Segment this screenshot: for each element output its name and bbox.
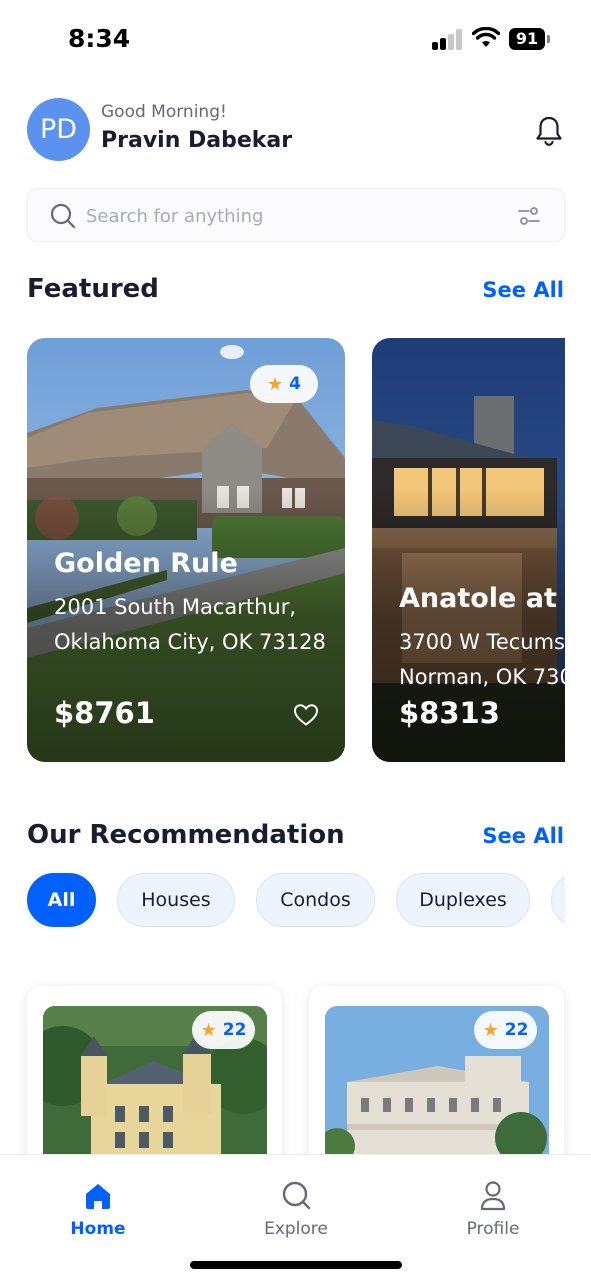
search-icon xyxy=(282,1181,311,1210)
search-icon xyxy=(50,203,76,229)
recommendation-see-all-link[interactable]: See All xyxy=(482,824,564,848)
status-bar: 8:34 91 xyxy=(0,0,591,80)
featured-title: Featured xyxy=(27,274,159,304)
filter-chip-more[interactable] xyxy=(551,873,565,927)
battery-level: 91 xyxy=(509,28,545,50)
rating-badge: ★ 4 xyxy=(250,365,318,403)
filter-chip-all[interactable]: All xyxy=(27,873,96,927)
rating-value: 22 xyxy=(222,1020,247,1040)
search-bar[interactable] xyxy=(27,188,565,242)
nav-item-home[interactable]: Home xyxy=(38,1179,158,1239)
featured-see-all-link[interactable]: See All xyxy=(482,278,564,302)
nav-label-home: Home xyxy=(70,1219,126,1239)
battery-icon: 91 xyxy=(509,28,551,50)
wifi-icon xyxy=(472,27,500,47)
rating-value: 4 xyxy=(289,374,301,394)
property-name: Anatole at xyxy=(399,583,557,614)
star-icon: ★ xyxy=(267,373,284,395)
star-icon: ★ xyxy=(482,1019,499,1041)
filter-chip-condos[interactable]: Condos xyxy=(256,873,375,927)
rating-badge: ★ 22 xyxy=(192,1011,255,1049)
status-time: 8:34 xyxy=(68,24,131,53)
star-icon: ★ xyxy=(200,1019,217,1041)
home-indicator[interactable] xyxy=(190,1261,402,1269)
property-address: 3700 W Tecums Norman, OK 730 xyxy=(399,630,565,689)
nav-label-profile: Profile xyxy=(466,1219,520,1239)
featured-card[interactable]: ★ 4 Golden Rule 2001 South Macarthur, Ok… xyxy=(27,338,345,762)
category-filter-bar: All Houses Condos Duplexes xyxy=(27,873,565,927)
filter-chip-duplexes[interactable]: Duplexes xyxy=(396,873,530,927)
filter-icon[interactable] xyxy=(517,206,541,226)
property-price: $8761 xyxy=(54,696,155,730)
avatar[interactable]: PD xyxy=(27,98,90,161)
search-input[interactable] xyxy=(86,199,496,233)
favorite-heart-icon[interactable] xyxy=(293,703,319,727)
greeting-text: Good Morning! xyxy=(101,102,227,122)
nav-label-explore: Explore xyxy=(264,1219,328,1239)
cellular-signal-icon xyxy=(432,28,464,50)
home-icon xyxy=(86,1184,110,1209)
nav-item-profile[interactable]: Profile xyxy=(433,1179,553,1239)
nav-item-explore[interactable]: Explore xyxy=(236,1179,356,1239)
rating-badge: ★ 22 xyxy=(474,1011,537,1049)
featured-card[interactable]: Anatole at 3700 W Tecums Norman, OK 730 … xyxy=(372,338,565,762)
property-price: $8313 xyxy=(399,696,500,730)
user-name: Pravin Dabekar xyxy=(101,128,293,153)
property-address: 2001 South Macarthur, Oklahoma City, OK … xyxy=(54,595,326,654)
recommendation-title: Our Recommendation xyxy=(27,820,345,850)
filter-chip-houses[interactable]: Houses xyxy=(117,873,235,927)
notification-bell-icon[interactable] xyxy=(534,114,564,148)
rating-value: 22 xyxy=(504,1020,529,1040)
person-icon xyxy=(480,1181,506,1211)
featured-carousel[interactable]: ★ 4 Golden Rule 2001 South Macarthur, Ok… xyxy=(27,338,565,762)
property-name: Golden Rule xyxy=(54,548,238,579)
